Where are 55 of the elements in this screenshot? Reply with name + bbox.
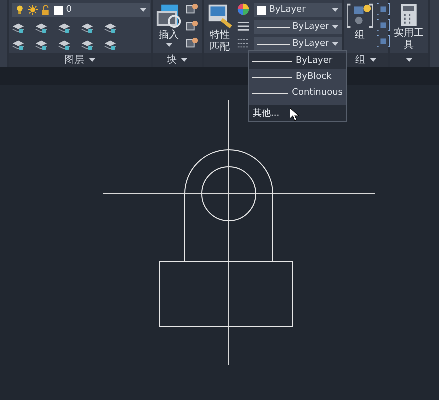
layer-dropdown[interactable]: 0: [12, 3, 150, 17]
layer-icon[interactable]: [81, 38, 94, 51]
block-icon[interactable]: [186, 37, 200, 50]
group-panel-title[interactable]: 组: [344, 53, 388, 67]
color-dropdown[interactable]: ByLayer: [254, 3, 342, 17]
group-edit-icon[interactable]: [377, 19, 390, 32]
bulb-icon[interactable]: [15, 5, 26, 15]
group-icon[interactable]: [347, 3, 374, 29]
layer-icon[interactable]: [81, 21, 94, 34]
layer-icon[interactable]: [58, 21, 72, 34]
caret-icon: [181, 58, 188, 62]
other-option[interactable]: 其他...: [249, 105, 346, 121]
caret-icon: [370, 58, 377, 62]
caret-icon: [332, 8, 340, 12]
linetype-icon[interactable]: [237, 20, 250, 33]
match-properties-label[interactable]: 特性匹配: [209, 30, 232, 53]
pointer-icon: [290, 108, 299, 121]
color-swatch: [257, 6, 266, 14]
layer-icon[interactable]: [12, 21, 26, 34]
layer-icon[interactable]: [104, 21, 118, 34]
block-panel-title[interactable]: 块: [153, 53, 202, 67]
color-swatch: [54, 6, 64, 14]
insert-label[interactable]: 插入: [159, 30, 180, 42]
caret-icon: [406, 58, 413, 62]
caret-icon: [332, 25, 340, 29]
layer-icon[interactable]: [104, 38, 118, 51]
group-edit-icon[interactable]: [377, 3, 390, 16]
insert-block-icon[interactable]: [156, 3, 182, 29]
utilities-label[interactable]: 实用工具: [393, 28, 425, 51]
lineweight-icon[interactable]: [237, 37, 250, 50]
block-icon[interactable]: [186, 3, 200, 16]
caret-icon: [166, 42, 173, 46]
match-properties-icon[interactable]: [207, 3, 234, 29]
layer-icon[interactable]: [35, 38, 48, 51]
color-wheel-icon[interactable]: [237, 3, 250, 16]
block-icon[interactable]: [186, 20, 200, 33]
sun-icon[interactable]: [28, 5, 38, 15]
lineweight-dropdown[interactable]: ByLayer: [254, 37, 342, 51]
layer-icon[interactable]: [58, 38, 72, 51]
linetype-option[interactable]: Continuous: [249, 85, 346, 101]
group-edit-icon[interactable]: [377, 35, 390, 48]
caret-icon: [332, 42, 340, 46]
lock-icon[interactable]: [41, 5, 52, 15]
layers-panel-title[interactable]: 图层: [9, 53, 152, 67]
group-label[interactable]: 组: [355, 30, 366, 42]
linetype-option[interactable]: ByBlock: [249, 69, 346, 85]
panel-title-bar[interactable]: [390, 53, 428, 67]
layer-icon[interactable]: [35, 21, 48, 34]
linetype-dropdown[interactable]: ByLayer: [254, 20, 342, 34]
caret-icon: [88, 58, 96, 62]
caret-icon: [140, 8, 148, 12]
layer-icon[interactable]: [12, 38, 26, 51]
ribbon-panel: [430, 0, 439, 67]
ribbon-panel: [0, 0, 8, 67]
linetype-option[interactable]: ByLayer: [249, 53, 346, 69]
